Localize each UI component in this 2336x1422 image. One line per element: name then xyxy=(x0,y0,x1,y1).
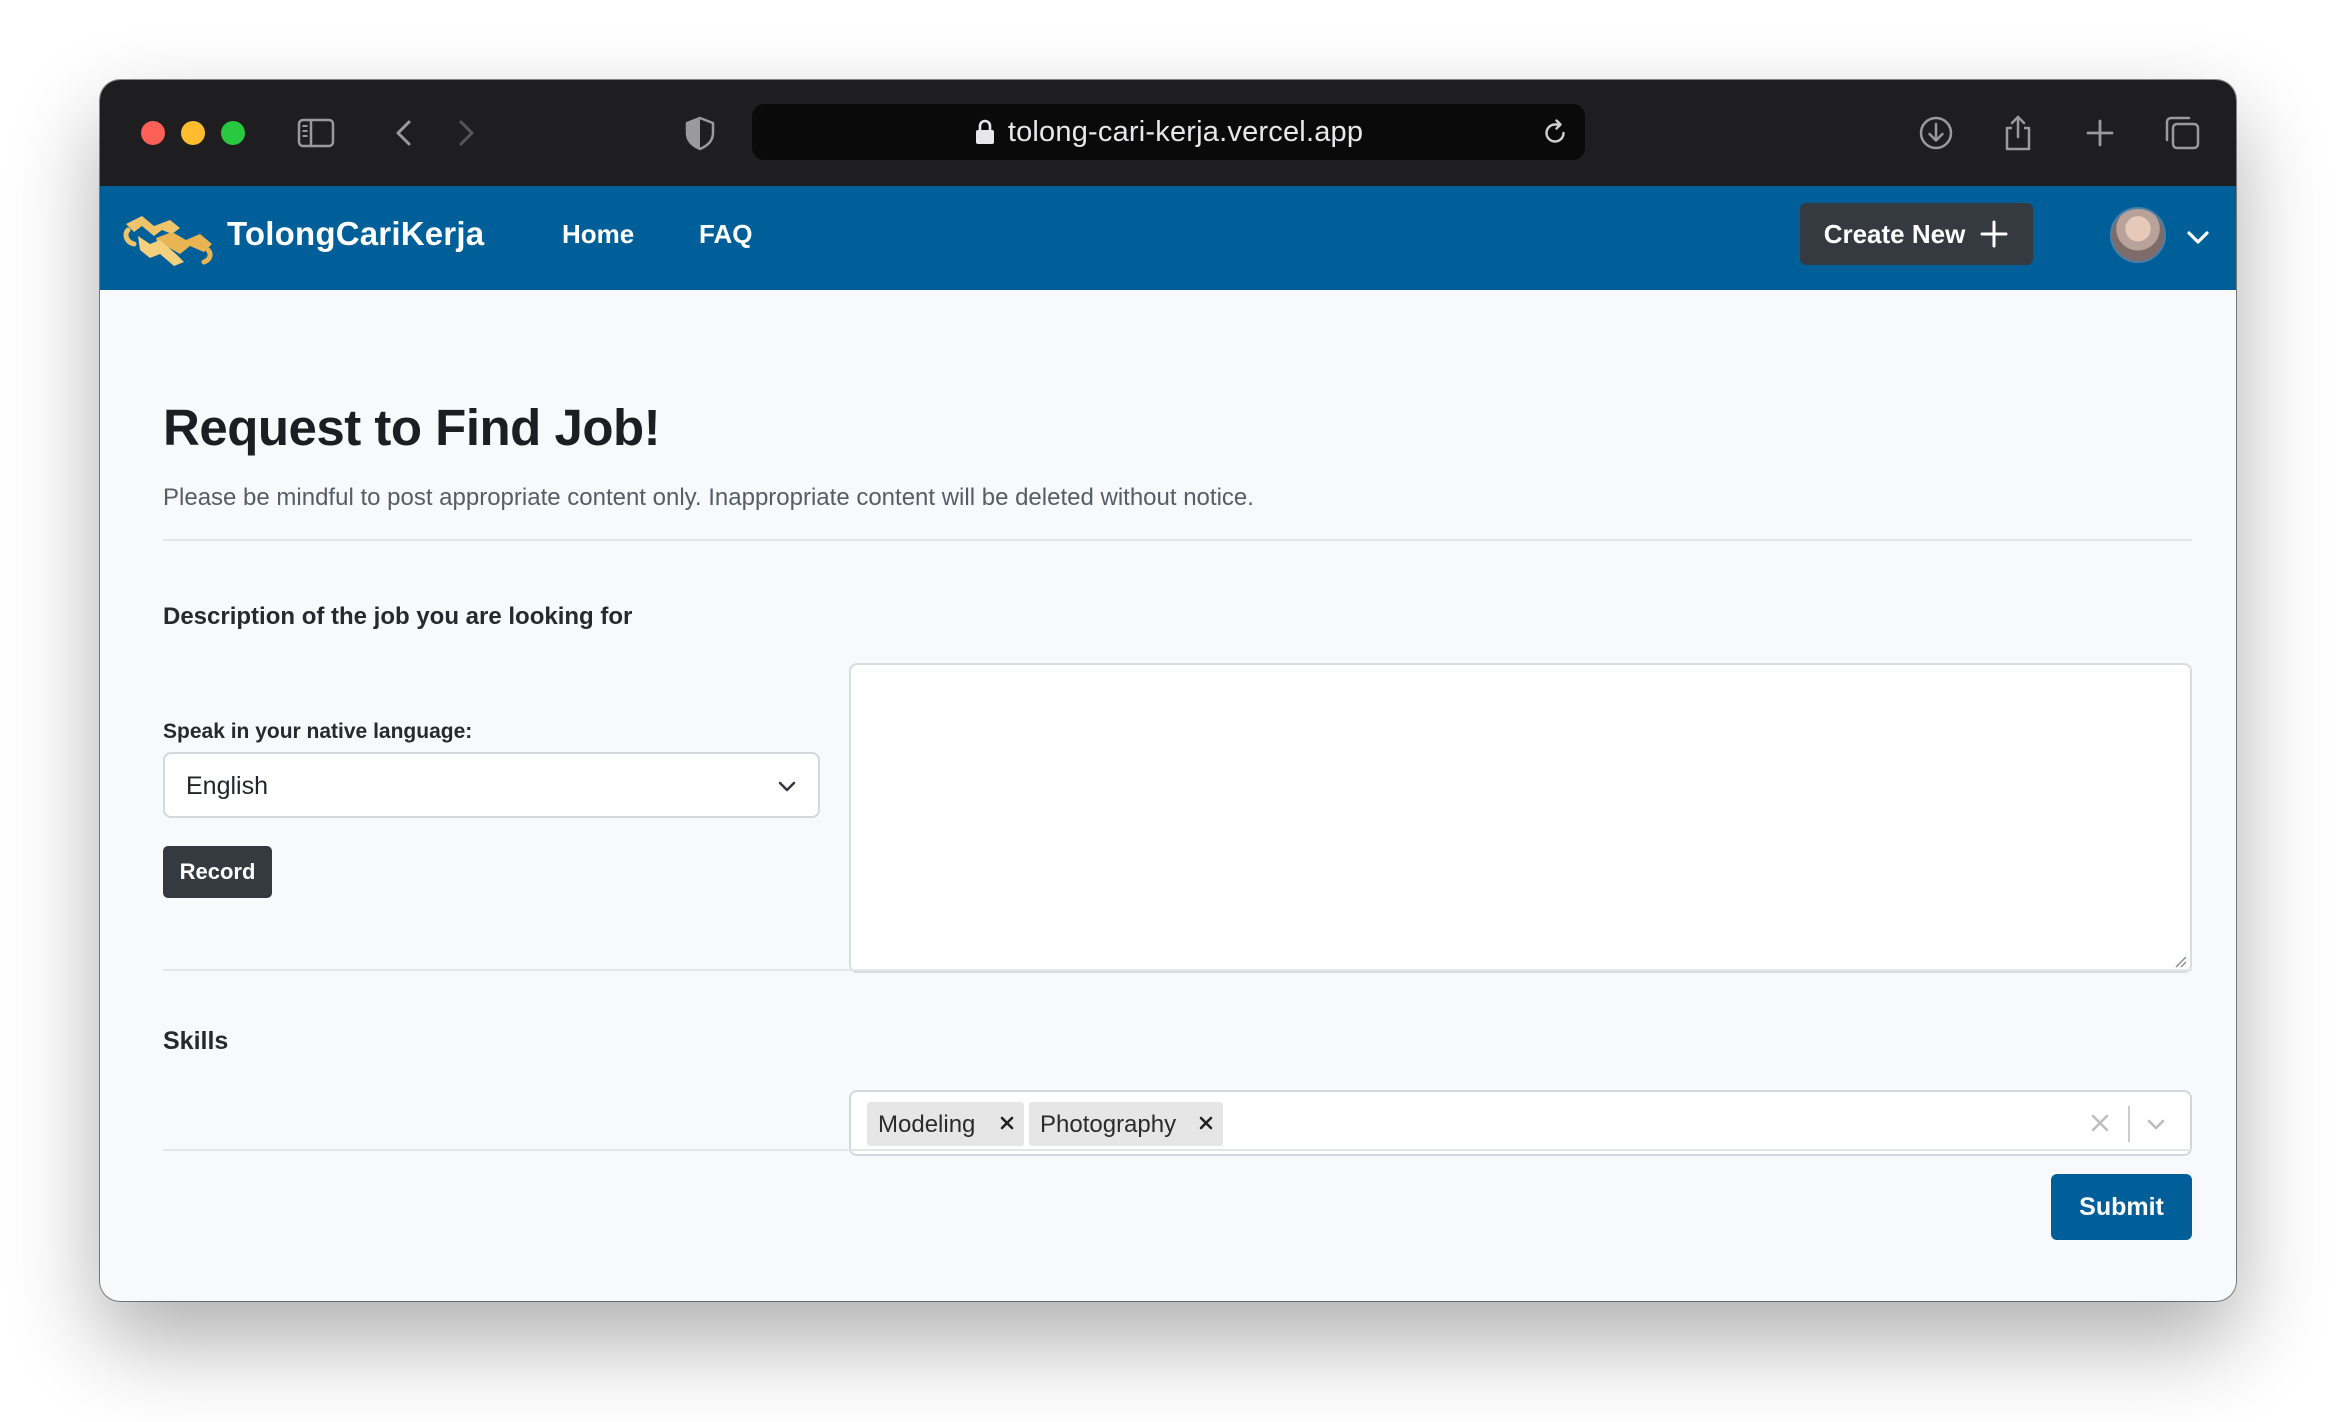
remove-chip-icon[interactable] xyxy=(1199,1116,1213,1130)
new-tab-icon[interactable] xyxy=(2080,113,2120,153)
skill-chip-label: Photography xyxy=(1040,1111,1177,1138)
browser-window: tolong-cari-kerja.vercel.app TolongCariK… xyxy=(100,80,2236,1301)
divider xyxy=(163,969,2192,971)
chevron-down-icon[interactable] xyxy=(2184,223,2212,251)
description-textarea[interactable] xyxy=(849,663,2192,973)
skills-label: Skills xyxy=(163,1027,229,1055)
shield-icon[interactable] xyxy=(680,113,720,153)
language-select[interactable]: English xyxy=(163,752,820,818)
record-button[interactable]: Record xyxy=(163,846,272,898)
download-icon[interactable] xyxy=(1916,113,1956,153)
chevron-down-icon[interactable] xyxy=(2143,1111,2169,1137)
tabs-overview-icon[interactable] xyxy=(2162,113,2202,153)
close-window-button[interactable] xyxy=(141,121,165,145)
page-subtitle: Please be mindful to post appropriate co… xyxy=(163,484,1254,511)
skill-chip-label: Modeling xyxy=(878,1111,976,1138)
minimize-window-button[interactable] xyxy=(181,121,205,145)
create-new-label: Create New xyxy=(1823,218,1966,249)
divider xyxy=(163,539,2192,541)
browser-toolbar: tolong-cari-kerja.vercel.app xyxy=(100,80,2236,186)
language-label: Speak in your native language: xyxy=(163,720,473,743)
site-navbar: TolongCariKerja Home FAQ Create New xyxy=(100,186,2236,290)
sidebar-icon[interactable] xyxy=(296,113,336,153)
description-label: Description of the job you are looking f… xyxy=(163,603,633,630)
create-new-button[interactable]: Create New xyxy=(1800,203,2033,265)
skill-chip: Modeling xyxy=(867,1102,1024,1146)
separator xyxy=(2128,1106,2130,1142)
language-select-value: English xyxy=(186,772,268,800)
address-bar[interactable]: tolong-cari-kerja.vercel.app xyxy=(752,104,1585,160)
page-title: Request to Find Job! xyxy=(163,399,661,456)
url-text: tolong-cari-kerja.vercel.app xyxy=(1007,115,1364,148)
nav-link-home[interactable]: Home xyxy=(562,219,634,250)
chevron-down-icon xyxy=(774,773,800,799)
plus-icon xyxy=(1980,220,2008,248)
zoom-window-button[interactable] xyxy=(221,121,245,145)
avatar[interactable] xyxy=(2110,207,2166,263)
submit-button[interactable]: Submit xyxy=(2051,1174,2192,1240)
nav-link-faq[interactable]: FAQ xyxy=(699,219,752,250)
skills-multiselect[interactable]: Modeling Photography xyxy=(849,1090,2192,1156)
brand-name[interactable]: TolongCariKerja xyxy=(227,215,484,253)
lock-icon xyxy=(975,119,994,144)
forward-icon[interactable] xyxy=(446,113,486,153)
resize-handle-icon[interactable] xyxy=(2173,954,2187,968)
main-content: Request to Find Job! Please be mindful t… xyxy=(100,290,2236,1301)
skill-chip: Photography xyxy=(1029,1102,1223,1146)
reload-icon[interactable] xyxy=(1539,116,1571,148)
back-icon[interactable] xyxy=(384,113,424,153)
share-icon[interactable] xyxy=(1998,113,2038,153)
divider xyxy=(163,1149,2192,1151)
handshake-logo-icon[interactable] xyxy=(120,204,216,270)
clear-all-icon[interactable] xyxy=(2089,1112,2111,1134)
remove-chip-icon[interactable] xyxy=(1000,1116,1014,1130)
